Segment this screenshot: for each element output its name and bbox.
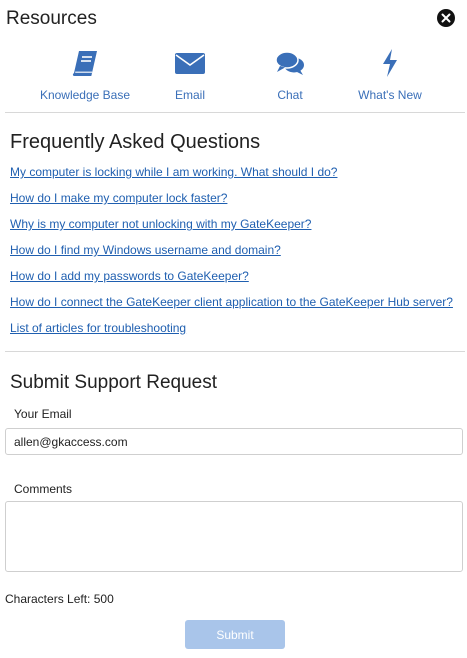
faq-heading: Frequently Asked Questions — [10, 131, 261, 153]
faq-link-troubleshooting[interactable]: List of articles for troubleshooting — [10, 321, 460, 347]
characters-left-label: Characters Left: — [5, 592, 91, 606]
panel-title: Resources — [6, 8, 97, 29]
faq-link-computer-locking[interactable]: My computer is locking while I am workin… — [10, 165, 460, 191]
lightning-icon — [383, 49, 397, 77]
book-icon — [72, 51, 97, 76]
knowledge-base-label: Knowledge Base — [39, 88, 131, 102]
knowledge-base-link[interactable]: Knowledge Base — [30, 44, 140, 106]
faq-list: My computer is locking while I am workin… — [10, 165, 460, 347]
chat-bubbles-icon — [275, 51, 304, 75]
section-divider — [5, 351, 465, 352]
chat-link[interactable]: Chat — [235, 44, 345, 106]
close-icon — [441, 13, 451, 23]
comments-field-label: Comments — [14, 482, 73, 496]
characters-left-value: 500 — [93, 592, 114, 606]
email-link[interactable]: Email — [135, 44, 245, 106]
faq-link-connect-hub[interactable]: How do I connect the GateKeeper client a… — [10, 295, 460, 321]
email-field[interactable] — [5, 428, 463, 455]
envelope-icon — [175, 53, 205, 74]
faq-link-not-unlocking[interactable]: Why is my computer not unlocking with my… — [10, 217, 460, 243]
chat-label: Chat — [277, 88, 303, 102]
comments-field[interactable] — [5, 501, 463, 572]
faq-link-lock-faster[interactable]: How do I make my computer lock faster? — [10, 191, 460, 217]
resources-bar: Knowledge Base Email Chat What's New — [5, 44, 465, 113]
faq-link-add-passwords[interactable]: How do I add my passwords to GateKeeper? — [10, 269, 460, 295]
email-field-label: Your Email — [14, 407, 72, 421]
submit-button[interactable]: Submit — [185, 620, 285, 649]
characters-left-counter: Characters Left: 500 — [5, 592, 114, 606]
whats-new-link[interactable]: What's New — [335, 44, 445, 106]
header: Resources — [0, 0, 467, 38]
email-label: Email — [174, 88, 205, 102]
whats-new-label: What's New — [358, 88, 422, 102]
close-button[interactable] — [437, 9, 455, 27]
faq-link-find-username[interactable]: How do I find my Windows username and do… — [10, 243, 460, 269]
support-heading: Submit Support Request — [10, 372, 218, 393]
